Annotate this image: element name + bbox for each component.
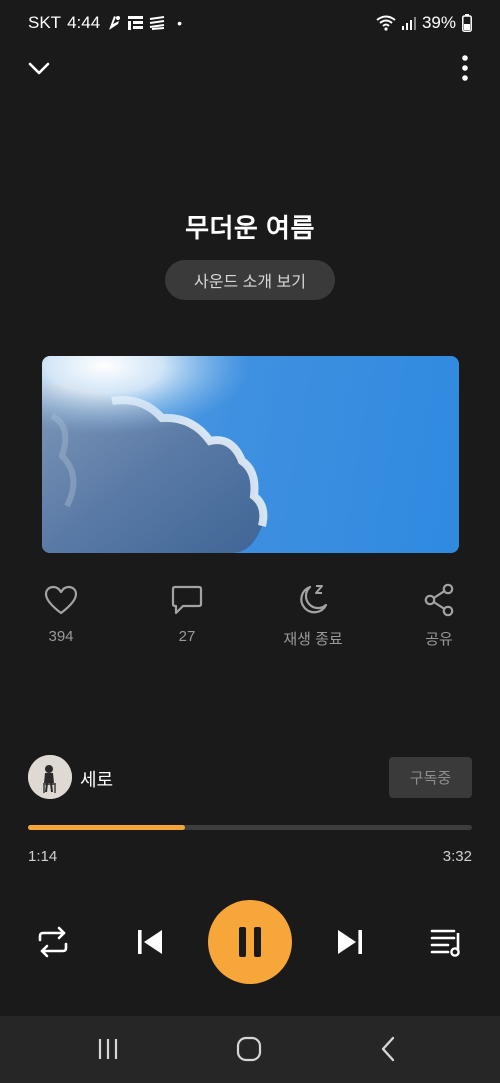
carrier-label: SKT	[28, 13, 62, 32]
heart-icon	[11, 580, 111, 620]
pause-icon	[239, 927, 261, 957]
more-vertical-icon[interactable]	[460, 54, 470, 82]
track-title: 무더운 여름	[185, 213, 315, 243]
battery-icon	[462, 14, 472, 32]
wifi-icon	[376, 15, 396, 31]
home-icon[interactable]	[235, 1034, 263, 1064]
player-screen: SKT 4:44 • 39% 무더운 여름 사운드 소개 보기 394 27 재…	[0, 0, 500, 1083]
pause-button[interactable]	[208, 900, 292, 984]
system-nav-bar	[0, 1016, 500, 1083]
skip-next-icon[interactable]	[334, 926, 366, 958]
artist-name[interactable]: 세로	[80, 766, 113, 792]
sleep-timer-label: 재생 종료	[283, 631, 343, 648]
signal-icon	[401, 16, 416, 30]
comment-action[interactable]: 27	[137, 580, 237, 645]
status-left: SKT 4:44 •	[28, 13, 182, 33]
time-elapsed: 1:14	[28, 848, 58, 865]
list-icon	[128, 16, 144, 30]
share-label: 공유	[425, 631, 453, 648]
chevron-down-icon[interactable]	[26, 56, 52, 80]
notification-icon	[106, 14, 122, 32]
comment-icon	[137, 580, 237, 620]
recents-icon[interactable]	[96, 1034, 120, 1064]
skip-previous-icon[interactable]	[134, 926, 166, 958]
playlist-icon[interactable]	[428, 924, 466, 960]
sleep-timer-icon	[263, 580, 363, 620]
repeat-icon[interactable]	[34, 924, 72, 960]
status-dot: •	[177, 15, 183, 31]
subscribe-button[interactable]: 구독중	[389, 757, 472, 798]
sound-intro-button[interactable]: 사운드 소개 보기	[165, 260, 335, 300]
clock: 4:44	[67, 13, 101, 32]
share-action[interactable]: 공유	[389, 580, 489, 649]
album-art	[42, 356, 459, 553]
like-action[interactable]: 394	[11, 580, 111, 645]
time-total: 3:32	[442, 848, 472, 865]
like-count: 394	[48, 628, 74, 645]
comment-count: 27	[178, 628, 196, 645]
share-icon	[389, 580, 489, 620]
avatar[interactable]	[28, 755, 72, 799]
back-icon[interactable]	[378, 1034, 398, 1064]
stream-icon	[149, 16, 165, 30]
progress-fill	[28, 825, 185, 830]
battery-percent: 39%	[421, 13, 456, 32]
progress-bar[interactable]	[28, 825, 472, 830]
sleep-timer-action[interactable]: 재생 종료	[263, 580, 363, 649]
status-right: 39%	[376, 13, 472, 33]
status-bar: SKT 4:44 • 39%	[0, 0, 500, 46]
